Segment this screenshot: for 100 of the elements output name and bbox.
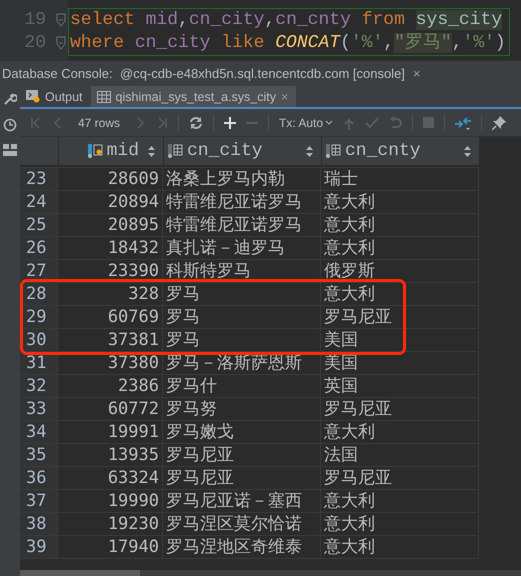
row-number: 37: [20, 490, 58, 513]
table-cell: 意大利: [321, 214, 479, 237]
table-cell: 2386: [58, 375, 163, 398]
table-cell: 17940: [58, 536, 163, 559]
row-number: 34: [20, 421, 58, 444]
scrollbar-thumb[interactable]: [20, 570, 140, 576]
row-number: 23: [20, 168, 58, 191]
last-page-icon[interactable]: [156, 116, 168, 128]
table-cell: 科斯特罗马: [163, 260, 321, 283]
key-column-icon: [88, 144, 104, 158]
table-cell: 13935: [58, 444, 163, 467]
table-cell: 意大利: [321, 237, 479, 260]
row-number: 26: [20, 237, 58, 260]
table-cell: 罗马嫩戈: [163, 421, 321, 444]
code-editor[interactable]: select mid,cn_city,cn_cnty from sys_city where cn_city like CONCAT('%',"罗马",'%'): [68, 8, 510, 56]
compare-icon[interactable]: [455, 116, 472, 130]
table-cell: 19230: [58, 513, 163, 536]
row-number: 33: [20, 398, 58, 421]
column-header[interactable]: mid: [58, 137, 163, 165]
table-cell: 60772: [58, 398, 163, 421]
sort-icon[interactable]: [148, 146, 155, 156]
console-tab[interactable]: @cq-cdb-e48xhd5n.sql.tencentcdb.com [console] ×: [120, 66, 421, 81]
layout-icon[interactable]: [3, 144, 17, 156]
console-icon: [26, 90, 40, 103]
table-cell: 28609: [58, 168, 163, 191]
table-cell: 瑞士: [321, 168, 479, 191]
table-cell: 意大利: [321, 421, 479, 444]
table-cell: 美国: [321, 352, 479, 375]
table-cell: 37380: [58, 352, 163, 375]
table-cell: 意大利: [321, 191, 479, 214]
table-cell: 罗马涅区莫尔恰诺: [163, 513, 321, 536]
row-number: 28: [20, 283, 58, 306]
tab[interactable]: Output: [20, 86, 91, 107]
tab[interactable]: qishimai_sys_test_a.sys_city ×: [90, 86, 296, 107]
table-cell: 罗马: [163, 283, 321, 306]
check-icon[interactable]: [365, 116, 380, 128]
wrench-icon[interactable]: [3, 92, 17, 106]
row-number: 38: [20, 513, 58, 536]
column-icon: [168, 144, 184, 158]
table-cell: 20895: [58, 214, 163, 237]
table-cell: 19991: [58, 421, 163, 444]
console-label: Database Console:: [1, 66, 114, 81]
row-number: 36: [20, 467, 58, 490]
table-cell: 罗马尼亚: [321, 467, 479, 490]
table-cell: 罗马什: [163, 375, 321, 398]
table-cell: 罗马尼亚: [163, 467, 321, 490]
row-number: 30: [20, 329, 58, 352]
table-cell: 俄罗斯: [321, 260, 479, 283]
table-cell: 英国: [321, 375, 479, 398]
column-header[interactable]: cn_city: [163, 137, 321, 165]
table-cell: 23390: [58, 260, 163, 283]
pin-icon[interactable]: [492, 116, 506, 130]
first-page-icon[interactable]: [30, 116, 42, 128]
row-number: 39: [20, 536, 58, 559]
table-cell: 19990: [58, 490, 163, 513]
table-cell: 意大利: [321, 283, 479, 306]
table-cell: 罗马尼亚: [321, 306, 479, 329]
table-icon: [96, 90, 111, 102]
table-cell: 37381: [58, 329, 163, 352]
table-cell: 罗马努: [163, 398, 321, 421]
table-cell: 罗马涅地区奇维泰: [163, 536, 321, 559]
table-cell: 法国: [321, 444, 479, 467]
column-header[interactable]: cn_cnty: [321, 137, 479, 165]
table-cell: 罗马: [163, 306, 321, 329]
table-cell: 罗马: [163, 329, 321, 352]
table-cell: 20894: [58, 191, 163, 214]
table-cell: 真扎诺－迪罗马: [163, 237, 321, 260]
fold-icon[interactable]: [56, 12, 66, 26]
row-number: 29: [20, 306, 58, 329]
row-number: 32: [20, 375, 58, 398]
row-count[interactable]: 47 rows: [78, 116, 120, 130]
caret-icon: [325, 120, 334, 126]
column-icon: [326, 144, 342, 158]
table-cell: 美国: [321, 329, 479, 352]
sort-icon[interactable]: [306, 146, 313, 156]
code-line: select mid,cn_city,cn_cnty from sys_city: [70, 9, 504, 32]
clock-icon[interactable]: [3, 118, 17, 132]
table-cell: 特雷维尼亚诺罗马: [163, 191, 321, 214]
fold-icon[interactable]: [56, 36, 66, 50]
table-cell: 60769: [58, 306, 163, 329]
table-cell: 洛桑上罗马内勒: [163, 168, 321, 191]
row-number: 35: [20, 444, 58, 467]
transaction-dropdown[interactable]: Tx: Auto: [279, 116, 334, 130]
table-cell: 18432: [58, 237, 163, 260]
sort-icon[interactable]: [464, 146, 471, 156]
table-cell: 意大利: [321, 490, 479, 513]
table-cell: 罗马尼亚诺－塞西: [163, 490, 321, 513]
row-number: 24: [20, 191, 58, 214]
row-number: 25: [20, 214, 58, 237]
undo-icon[interactable]: [389, 116, 402, 129]
table-cell: 罗马尼亚: [321, 398, 479, 421]
table-cell: 328: [58, 283, 163, 306]
refresh-icon[interactable]: [189, 116, 204, 130]
table-cell: 罗马尼亚: [163, 444, 321, 467]
table-cell: 意大利: [321, 536, 479, 559]
stop-icon[interactable]: [423, 117, 434, 128]
table-cell: 意大利: [321, 513, 479, 536]
table-cell: 63324: [58, 467, 163, 490]
code-line: where cn_city like CONCAT('%',"罗马",'%'): [70, 32, 506, 55]
add-icon[interactable]: [224, 116, 236, 128]
